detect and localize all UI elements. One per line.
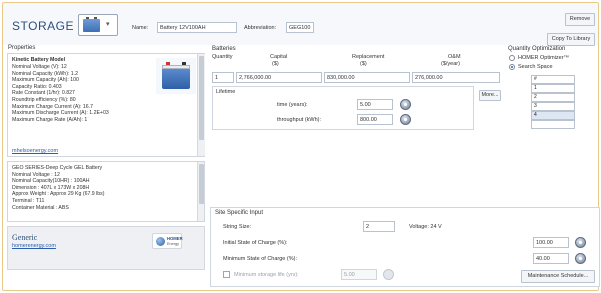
property-line: Maximum Discharge Current (A): 1.2E+03	[12, 110, 109, 117]
min-storage-life-label: Minimum storage life (yrs):	[234, 272, 299, 278]
homer-optimizer-label: HOMER Optimizer™	[518, 55, 570, 61]
description-line: Nominal Capacity(10HR) : 100AH	[12, 178, 90, 185]
generic-title: Generic	[12, 233, 38, 242]
capital-unit: ($)	[272, 61, 279, 67]
capital-column-header: Capital	[270, 54, 288, 60]
description-scroll-thumb[interactable]	[199, 164, 204, 204]
generic-manufacturer-box: Generic homerenergy.com HOMER Energy	[7, 226, 205, 270]
chevron-down-icon: ▾	[106, 21, 110, 28]
remove-button[interactable]: Remove	[565, 13, 595, 26]
property-line: Maximum Capacity (Ah): 100	[12, 77, 79, 84]
abbreviation-label: Abbreviation:	[244, 25, 277, 31]
om-cell[interactable]: 276,000.00	[412, 72, 500, 83]
properties-scroll-thumb[interactable]	[199, 56, 204, 140]
grid-cell[interactable]: 3	[531, 102, 575, 111]
homer-globe-icon	[156, 237, 165, 246]
battery-lid-icon	[162, 65, 190, 69]
more-button[interactable]: More...	[479, 90, 501, 101]
homer-energy-link[interactable]: homerenergy.com	[12, 243, 56, 249]
search-space-radio[interactable]	[509, 64, 515, 70]
properties-scrollbar[interactable]	[197, 54, 205, 156]
maintenance-schedule-button[interactable]: Maintenance Schedule...	[521, 270, 595, 283]
battery-product-image	[156, 58, 196, 94]
property-line: Roundtrip efficiency (%): 80	[12, 96, 76, 103]
properties-panel: Kinetic Battery Model Nominal Voltage (V…	[7, 53, 205, 157]
batteries-heading: Batteries	[212, 46, 236, 52]
copy-to-library-button[interactable]: Copy To Library	[547, 33, 595, 46]
sensitivity-icon	[383, 269, 394, 280]
property-line: Capacity Ratio: 0.403	[12, 83, 62, 90]
homer-optimizer-radio[interactable]	[509, 55, 515, 61]
site-specific-heading: Site Specific Input	[215, 210, 264, 216]
quantity-cell[interactable]: 1	[212, 72, 234, 83]
search-space-grid: # 1 2 3 4	[531, 75, 575, 129]
property-line: Nominal Voltage (V): 12	[12, 64, 67, 70]
homer-energy-logo: HOMER Energy	[152, 233, 183, 249]
name-label: Name:	[132, 25, 149, 31]
time-years-input[interactable]: 5.00	[357, 99, 393, 110]
voltage-label: Voltage: 24 V	[409, 224, 442, 230]
description-panel: GEO SERIES-Deep Cycle GEL Battery Nomina…	[7, 161, 205, 222]
description-line: GEO SERIES-Deep Cycle GEL Battery	[12, 165, 103, 171]
battery-icon	[83, 17, 100, 32]
property-line: Maximum Charge Rate (A/Ah): 1	[12, 116, 88, 123]
battery-picker-button[interactable]: ▾	[78, 14, 118, 36]
property-line: Rate Constant (1/hr): 0.827	[12, 90, 75, 97]
description-line: Nominal Voltage : 12	[12, 171, 60, 178]
quantity-optimization-heading: Quantity Optimization	[508, 46, 566, 52]
abbreviation-field[interactable]: GEG100	[286, 22, 314, 33]
string-size-input[interactable]: 2	[363, 221, 395, 232]
grid-cell[interactable]	[531, 120, 575, 129]
battery-body-icon	[162, 67, 190, 89]
sensitivity-icon[interactable]	[400, 99, 411, 110]
replacement-unit: ($)	[360, 61, 367, 67]
replacement-column-header: Replacement	[352, 54, 385, 60]
om-unit: ($/year)	[441, 61, 460, 67]
throughput-input[interactable]: 800.00	[357, 114, 393, 125]
capital-cell[interactable]: 2,766,000.00	[236, 72, 322, 83]
logo-text: HOMER	[167, 236, 183, 241]
initial-soc-input[interactable]: 100.00	[533, 237, 569, 248]
site-specific-panel: Site Specific Input String Size: 2 Volta…	[210, 207, 600, 287]
min-storage-life-input[interactable]: 5.00	[341, 269, 377, 280]
model-title: Kinetic Battery Model	[12, 57, 66, 63]
sensitivity-icon[interactable]	[575, 253, 586, 264]
grid-cell[interactable]: 2	[531, 93, 575, 102]
manufacturer-link[interactable]: mhelsoenergy.com	[12, 148, 58, 154]
lifetime-panel: Lifetime time (years): 5.00 throughput (…	[212, 86, 474, 130]
time-years-label: time (years):	[277, 102, 308, 108]
negative-terminal-icon	[182, 62, 186, 65]
grid-cell[interactable]: 4	[531, 111, 575, 120]
logo-subtext: Energy	[167, 242, 180, 246]
page-title: STORAGE	[12, 19, 74, 33]
min-soc-input[interactable]: 40.00	[533, 253, 569, 264]
sensitivity-icon[interactable]	[575, 237, 586, 248]
description-line: Terminal : T11	[12, 197, 45, 204]
min-storage-life-checkbox[interactable]	[223, 271, 230, 278]
min-soc-label: Minimum State of Charge (%):	[223, 256, 297, 262]
description-scrollbar[interactable]	[197, 162, 204, 221]
om-column-header: O&M	[448, 54, 461, 60]
description-line: Container Material : ABS	[12, 204, 69, 211]
initial-soc-label: Initial State of Charge (%):	[223, 240, 288, 246]
sensitivity-icon[interactable]	[400, 114, 411, 125]
quantity-column-header: Quantity	[212, 54, 233, 60]
lifetime-heading: Lifetime	[216, 89, 236, 95]
name-field[interactable]: Battery 12V100AH	[157, 22, 237, 33]
grid-cell[interactable]: 1	[531, 84, 575, 93]
description-list: GEO SERIES-Deep Cycle GEL Battery Nomina…	[12, 165, 104, 211]
string-size-label: String Size:	[223, 224, 252, 230]
description-line: Approx Weight : Approx 29 Kg (67.9 lbs)	[12, 191, 105, 198]
grid-header-cell: #	[531, 75, 575, 84]
replacement-cell[interactable]: 830,000.00	[324, 72, 410, 83]
properties-list: Nominal Voltage (V): 12 Nominal Capacity…	[12, 64, 109, 123]
description-line: Dimension : 407L x 173W x 208H	[12, 184, 90, 191]
property-line: Nominal Capacity (kWh): 1.2	[12, 70, 79, 77]
throughput-label: throughput (kWh):	[277, 117, 322, 123]
properties-heading: Properties	[8, 45, 36, 51]
positive-terminal-icon	[166, 62, 170, 65]
property-line: Maximum Charge Current (A): 16.7	[12, 103, 94, 110]
search-space-label: Search Space	[518, 64, 553, 70]
